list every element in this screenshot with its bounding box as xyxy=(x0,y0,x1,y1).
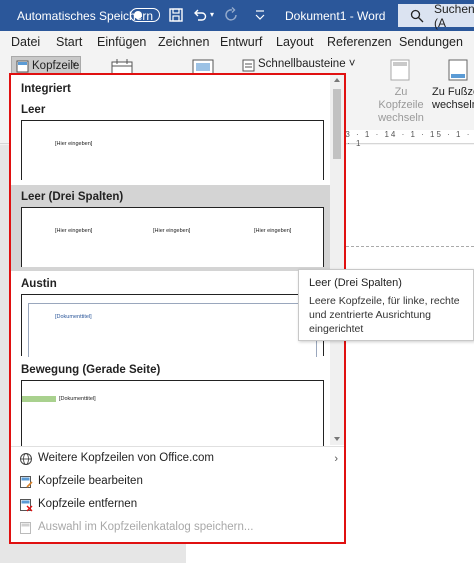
scrollbar-thumb[interactable] xyxy=(333,89,341,159)
gallery-item-austin[interactable]: [Dokumenttitel] xyxy=(21,294,324,357)
edit-header-icon xyxy=(20,476,33,488)
header-separator xyxy=(346,246,474,247)
autosave-toggle[interactable] xyxy=(130,8,160,22)
tab-referenzen[interactable]: Referenzen xyxy=(327,35,392,49)
search-label: Suchen (A xyxy=(434,1,474,30)
placeholder-text: [Hier eingeben] xyxy=(55,228,93,234)
redo-icon xyxy=(225,7,237,21)
save-selection-icon xyxy=(20,522,31,534)
document-title: Dokument1 - Word xyxy=(285,9,386,23)
goto-footer-button[interactable]: Zu Fußzeile wechseln xyxy=(432,86,474,112)
quick-parts-icon xyxy=(242,59,255,72)
quick-parts-label: Schnellbausteine xyxy=(258,58,346,70)
menu-item-save-selection: Auswahl im Kopfzeilenkatalog speichern..… xyxy=(11,517,344,539)
menu-item-label: Auswahl im Kopfzeilenkatalog speichern..… xyxy=(38,521,254,533)
austin-frame xyxy=(28,303,317,357)
remove-header-icon xyxy=(20,499,33,512)
tab-zeichnen[interactable]: Zeichnen xyxy=(158,35,209,49)
tab-datei[interactable]: Datei xyxy=(11,35,40,49)
goto-header-button: Zu Kopfzeile wechseln xyxy=(378,86,424,124)
ruler: · 13 · 1 · 14 · 1 · 15 · 1 · 16 · 1 xyxy=(330,130,474,148)
scroll-up-icon[interactable] xyxy=(334,78,340,82)
tooltip: Leer (Drei Spalten) Leere Kopfzeile, für… xyxy=(298,269,474,341)
title-bar: Automatisches Speichern ▾ Dokument1 - Wo… xyxy=(0,0,474,31)
save-icon[interactable] xyxy=(168,7,184,23)
placeholder-text: [Hier eingeben] xyxy=(55,141,93,147)
gallery-item-title: Bewegung (Gerade Seite) xyxy=(21,364,161,376)
gallery-category: Integriert xyxy=(21,83,71,95)
tab-layout[interactable]: Layout xyxy=(276,35,314,49)
menu-item-edit-header[interactable]: Kopfzeile bearbeiten xyxy=(11,471,344,493)
menu-divider xyxy=(11,446,344,447)
chevron-right-icon: › xyxy=(334,453,338,465)
tab-sendungen[interactable]: Sendungen xyxy=(399,35,463,49)
quick-parts-button[interactable]: Schnellbausteine ˅ xyxy=(258,58,356,70)
undo-dropdown-icon[interactable]: ▾ xyxy=(210,10,214,19)
placeholder-text: [Hier eingeben] xyxy=(254,228,292,234)
tab-entwurf[interactable]: Entwurf xyxy=(220,35,262,49)
placeholder-text: [Dokumenttitel] xyxy=(59,396,96,402)
ribbon-tabs: Datei Start Einfügen Zeichnen Entwurf La… xyxy=(0,31,474,54)
gallery-item-title: Leer xyxy=(21,104,46,116)
gallery-item-title: Leer (Drei Spalten) xyxy=(21,191,124,203)
gallery-item-title: Austin xyxy=(21,278,57,290)
tab-einfuegen[interactable]: Einfügen xyxy=(97,35,146,49)
gallery-scrollbar[interactable] xyxy=(330,75,344,445)
chevron-down-icon: ˅ xyxy=(72,60,77,69)
undo-icon[interactable] xyxy=(192,7,208,23)
goto-header-icon xyxy=(390,59,410,81)
gallery-item-leer-drei-spalten[interactable]: [Hier eingeben] [Hier eingeben] [Hier ei… xyxy=(21,207,324,267)
globe-icon xyxy=(20,453,32,465)
menu-item-remove-header[interactable]: Kopfzeile entfernen xyxy=(11,494,344,516)
placeholder-text: [Dokumenttitel] xyxy=(55,314,92,320)
search-box[interactable]: Suchen (A xyxy=(398,1,474,30)
scroll-down-icon[interactable] xyxy=(334,437,340,441)
menu-item-label: Weitere Kopfzeilen von Office.com xyxy=(38,452,214,464)
menu-item-label: Kopfzeile entfernen xyxy=(38,498,138,510)
placeholder-text: [Hier eingeben] xyxy=(153,228,191,234)
gallery-item-leer[interactable]: [Hier eingeben] xyxy=(21,120,324,180)
tab-start[interactable]: Start xyxy=(56,35,82,49)
gallery-item-bewegung[interactable]: [Dokumenttitel] xyxy=(21,380,324,446)
menu-item-label: Kopfzeile bearbeiten xyxy=(38,475,143,487)
tooltip-body: Leere Kopfzeile, für linke, rechte und z… xyxy=(309,295,460,335)
menu-item-more-headers[interactable]: Weitere Kopfzeilen von Office.com › xyxy=(11,448,344,470)
search-icon xyxy=(410,9,424,23)
header-icon xyxy=(16,60,29,73)
tooltip-title: Leer (Drei Spalten) xyxy=(309,277,402,289)
goto-footer-icon xyxy=(448,59,468,81)
motion-bar xyxy=(22,396,56,402)
customize-toolbar-icon[interactable] xyxy=(254,9,266,21)
